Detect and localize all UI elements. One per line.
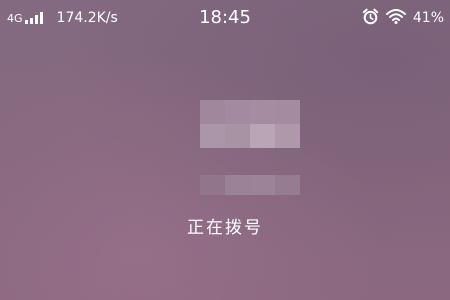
status-bar: 4G 174.2K/s 18:45 41% [0, 0, 450, 36]
status-bar-right: 41% [362, 8, 444, 28]
caller-number-mosaic [200, 175, 300, 195]
caller-name-mosaic [200, 100, 300, 148]
dialing-status-label: 正在拨号 [187, 218, 263, 238]
wifi-icon [385, 8, 406, 28]
alarm-clock-icon [362, 8, 379, 29]
battery-percent-label: 41% [412, 10, 444, 26]
